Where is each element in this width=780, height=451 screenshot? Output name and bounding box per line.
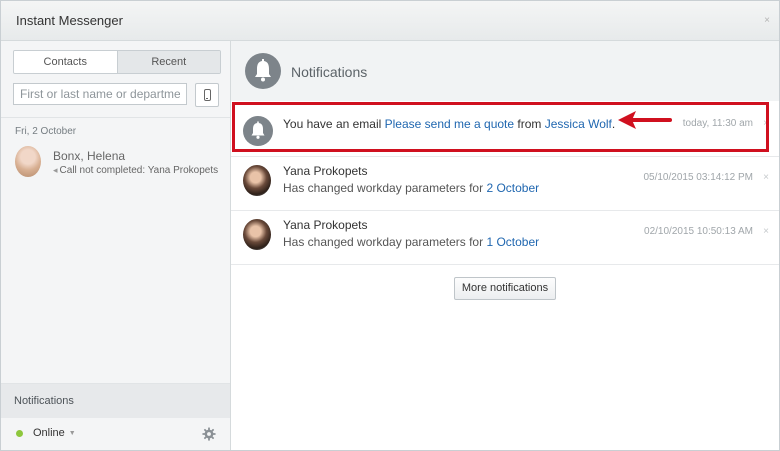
notification-text: Has changed workday parameters for 1 Oct… [283,235,539,249]
recent-contact-item[interactable]: Bonx, Helena ◂ Call not completed: Yana P… [1,143,230,183]
contact-status: ◂ Call not completed: Yana Prokopets [53,165,221,176]
date-link[interactable]: 1 October [486,235,539,249]
mobile-phone-button[interactable] [195,83,219,107]
date-link[interactable]: 2 October [486,181,539,195]
notifications-label: Notifications [14,395,74,407]
call-arrow-icon: ◂ [53,165,58,175]
notifications-header: Notifications [231,41,779,101]
notification-item: Yana Prokopets Has changed workday param… [231,211,779,265]
instant-messenger-window: Instant Messenger × Contacts Recent Fri,… [0,0,780,451]
close-window-icon[interactable]: × [764,15,770,26]
status-label: Online [33,427,65,439]
avatar [243,219,271,250]
close-icon[interactable]: × [763,172,769,183]
notification-text: Has changed workday parameters for 2 Oct… [283,181,539,195]
notification-user-name: Yana Prokopets [283,164,368,178]
left-panel: Contacts Recent Fri, 2 October Bonx, Hel… [1,41,231,450]
tab-group: Contacts Recent [13,50,221,74]
date-header: Fri, 2 October [15,126,77,137]
chevron-down-icon: ▼ [68,429,76,437]
more-notifications-button[interactable]: More notifications [454,277,556,300]
window-title: Instant Messenger [16,13,123,28]
bell-icon [245,53,281,89]
status-bar: Online ▼ [1,418,230,450]
avatar [15,146,41,177]
highlight-box [232,102,769,152]
notification-user-name: Yana Prokopets [283,218,368,232]
notification-text-body: Has changed workday parameters for [283,235,487,249]
red-arrow-annotation [618,111,672,129]
tab-contacts[interactable]: Contacts [14,51,117,73]
contact-status-text: Call not completed: Yana Prokopets [59,165,219,176]
notification-item: Yana Prokopets Has changed workday param… [231,157,779,211]
status-dropdown[interactable]: Online ▼ [33,427,76,439]
notifications-tab[interactable]: Notifications [1,383,230,418]
divider [1,117,230,118]
avatar [243,165,271,196]
online-status-dot [16,430,23,437]
tab-recent[interactable]: Recent [116,51,220,73]
mobile-phone-icon [204,89,211,101]
notification-time: 05/10/2015 03:14:12 PM [643,172,753,183]
notification-time: 02/10/2015 10:50:13 AM [644,226,753,237]
search-input[interactable] [13,83,187,105]
title-bar: Instant Messenger × [1,1,779,41]
gear-icon[interactable] [202,427,216,441]
close-icon[interactable]: × [763,226,769,237]
contact-name: Bonx, Helena [53,149,126,163]
notification-text-body: Has changed workday parameters for [283,181,487,195]
notifications-title: Notifications [291,64,368,80]
